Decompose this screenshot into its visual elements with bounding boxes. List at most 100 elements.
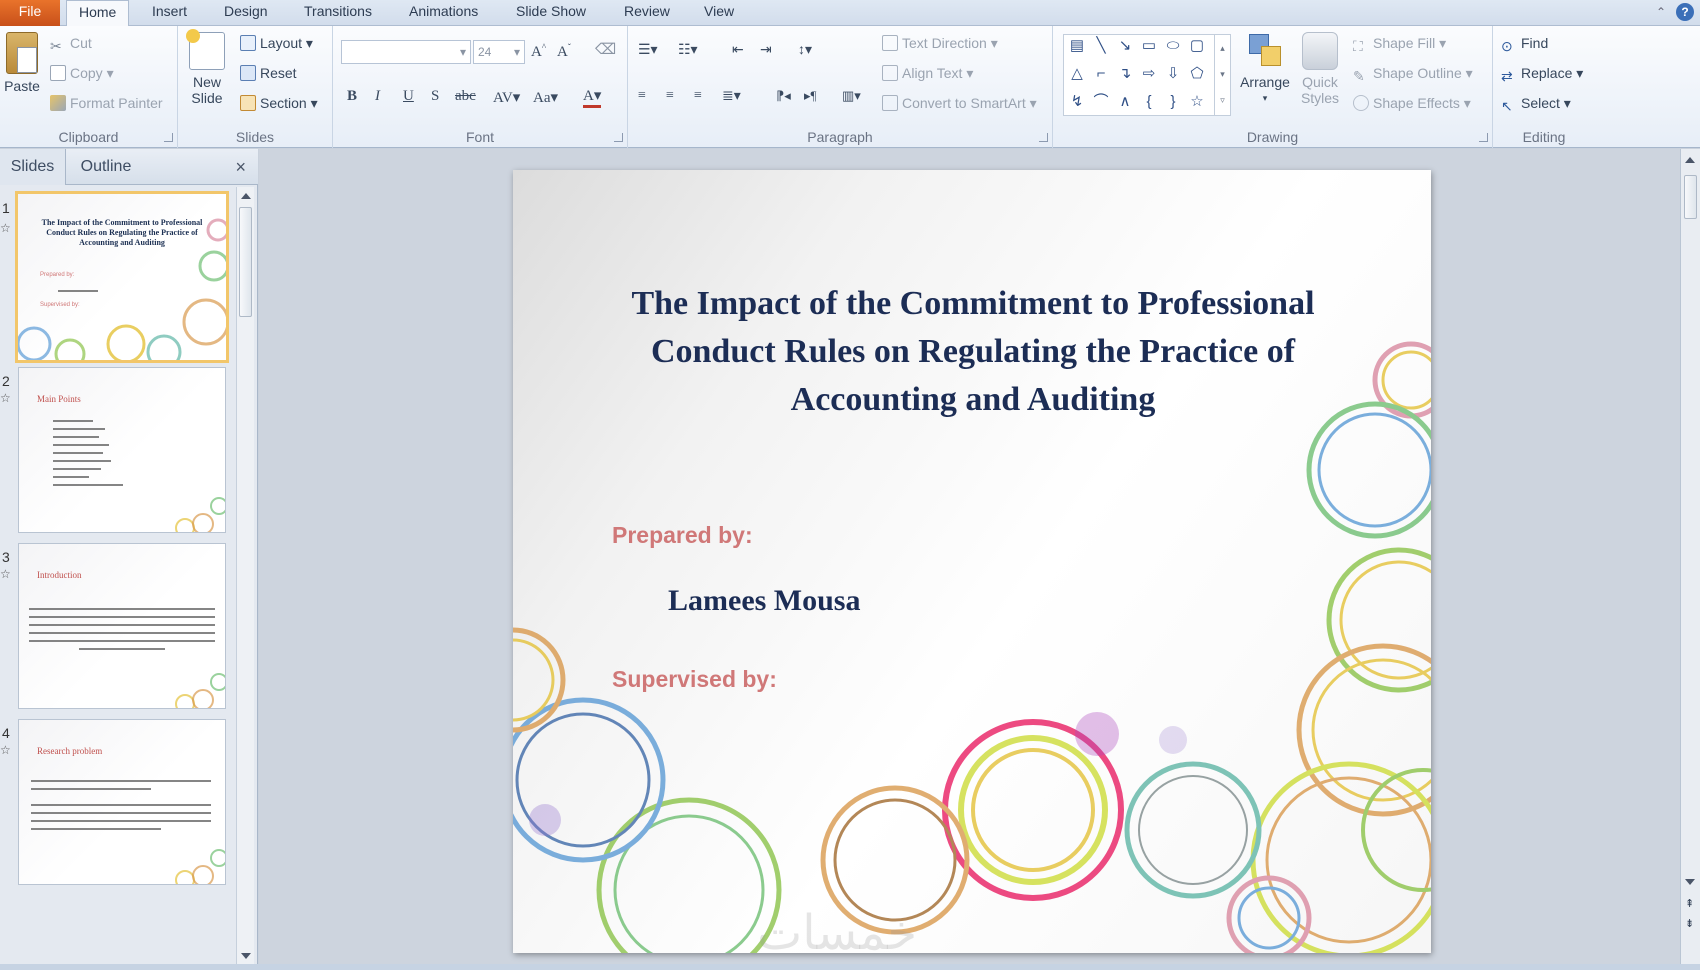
clipboard-launcher-icon[interactable] [164,133,173,142]
columns-icon[interactable]: ▥▾ [842,88,861,104]
tab-home[interactable]: Home [66,0,130,27]
minimize-ribbon-icon[interactable]: ⌃ [1652,3,1670,21]
font-size-combo[interactable]: 24 ▾ [473,40,525,64]
close-icon[interactable]: × [235,157,246,178]
freeform-shape-icon[interactable]: ∧ [1116,93,1134,111]
arrow-line-shape-icon[interactable]: ↘ [1116,37,1134,55]
shadow-button[interactable]: S [431,88,439,105]
elbow-connector-icon[interactable]: ⌐ [1092,65,1110,83]
pane-scroll-thumb[interactable] [239,207,252,317]
slide-title[interactable]: The Impact of the Commitment to Professi… [593,280,1353,424]
slide-thumbnail-4[interactable]: Research problem [18,719,226,885]
bold-button[interactable]: B [347,88,357,105]
shape-fill-button[interactable]: ⛶ Shape Fill ▾ [1353,32,1446,54]
align-center-icon[interactable]: ≡ [666,88,674,104]
shapes-gallery[interactable]: ▤ ╲ ↘ ▭ ⬭ ▢ △ ⌐ ↴ ⇨ ⇩ ⬠ ↯ ⌒ ∧ { } ☆ ▴ ▾ ▿ [1063,34,1231,116]
tab-file[interactable]: File [0,0,60,26]
scroll-up-icon[interactable] [1685,157,1695,163]
supervised-by-label[interactable]: Supervised by: [612,666,777,693]
previous-slide-icon[interactable]: ⇞ [1685,899,1694,910]
convert-smartart-button[interactable]: Convert to SmartArt ▾ [882,92,1037,114]
line-shape-icon[interactable]: ╲ [1092,37,1110,55]
textbox-shape-icon[interactable]: ▤ [1068,37,1086,55]
author-name[interactable]: Lamees Mousa [668,584,860,618]
tab-slides[interactable]: Slides [0,149,66,185]
arc-arrow-shape-icon[interactable]: ↯ [1068,93,1086,111]
select-button[interactable]: ↖ Select ▾ [1501,92,1571,114]
align-right-icon[interactable]: ≡ [694,88,702,104]
scroll-down-icon[interactable] [241,953,251,959]
reset-button[interactable]: Reset [240,62,297,84]
rounded-rect-shape-icon[interactable]: ▢ [1188,37,1206,55]
replace-button[interactable]: ⇄ Replace ▾ [1501,62,1583,84]
change-case-button[interactable]: Aa▾ [533,88,558,107]
rtl-icon[interactable]: ⁋◂ [776,88,791,104]
down-arrow-shape-icon[interactable]: ⇩ [1164,65,1182,83]
paragraph-launcher-icon[interactable] [1039,133,1048,142]
drawing-launcher-icon[interactable] [1479,133,1488,142]
numbering-icon[interactable]: ☷▾ [678,42,698,59]
curve-shape-icon[interactable]: ⌒ [1092,93,1110,111]
quick-styles-button[interactable]: Quick Styles [1295,32,1345,106]
copy-button[interactable]: Copy ▾ [50,62,114,84]
editor-scrollbar[interactable]: ⇞ ⇟ [1680,149,1700,970]
tab-insert[interactable]: Insert [140,0,199,26]
triangle-shape-icon[interactable]: △ [1068,65,1086,83]
paste-button[interactable]: Paste [2,32,42,94]
new-slide-button[interactable]: New Slide [184,29,230,106]
shape-effects-button[interactable]: Shape Effects ▾ [1353,92,1471,114]
char-spacing-button[interactable]: AV▾ [493,88,520,107]
underline-button[interactable]: U [403,88,414,105]
find-button[interactable]: ⊙ Find [1501,32,1548,54]
tab-animations[interactable]: Animations [397,0,490,26]
tab-transitions[interactable]: Transitions [292,0,384,26]
tab-review[interactable]: Review [612,0,682,26]
clear-formatting-icon[interactable]: ⌫ [595,40,616,59]
format-painter-button[interactable]: Format Painter [50,92,163,114]
font-family-combo[interactable]: ▾ [341,40,471,64]
grow-font-button[interactable]: A^ [531,42,546,61]
help-icon[interactable]: ? [1676,3,1694,21]
tab-slide-show[interactable]: Slide Show [504,0,598,26]
editor-scroll-thumb[interactable] [1684,175,1697,219]
prepared-by-label[interactable]: Prepared by: [612,522,753,549]
slide-thumbnail-2[interactable]: Main Points [18,367,226,533]
pane-scrollbar[interactable] [236,187,254,967]
scroll-up-icon[interactable] [241,193,251,199]
star-shape-icon[interactable]: ☆ [1188,93,1206,111]
shape-outline-button[interactable]: ✎ Shape Outline ▾ [1353,62,1473,84]
tab-outline[interactable]: Outline [66,149,146,185]
text-direction-button[interactable]: Text Direction ▾ [882,32,998,54]
flowchart-shape-icon[interactable]: ⬠ [1188,65,1206,83]
justify-icon[interactable]: ≣▾ [722,88,741,105]
decrease-indent-icon[interactable]: ⇤ [732,42,744,59]
font-launcher-icon[interactable] [614,133,623,142]
rectangle-shape-icon[interactable]: ▭ [1140,37,1158,55]
slide-thumbnail-1[interactable]: The Impact of the Commitment to Professi… [15,191,229,363]
italic-button[interactable]: I [375,88,380,105]
arrange-button[interactable]: Arrange ▾ [1237,32,1293,106]
layout-button[interactable]: Layout ▾ [240,32,313,54]
left-brace-shape-icon[interactable]: { [1140,93,1158,111]
slide-thumbnail-3[interactable]: Introduction [18,543,226,709]
ltr-icon[interactable]: ▸¶ [804,88,816,104]
bullets-icon[interactable]: ☰▾ [638,42,658,59]
line-spacing-icon[interactable]: ↕▾ [798,42,812,59]
align-text-button[interactable]: Align Text ▾ [882,62,973,84]
right-brace-shape-icon[interactable]: } [1164,93,1182,111]
current-slide[interactable]: The Impact of the Commitment to Professi… [513,170,1431,953]
cut-button[interactable]: ✂ Cut [50,32,92,54]
strikethrough-button[interactable]: abc [455,88,476,105]
scroll-down-icon[interactable] [1685,879,1695,885]
next-slide-icon[interactable]: ⇟ [1685,919,1694,930]
font-color-button[interactable]: A▾ [583,86,602,108]
elbow-arrow-connector-icon[interactable]: ↴ [1116,65,1134,83]
right-arrow-shape-icon[interactable]: ⇨ [1140,65,1158,83]
shrink-font-button[interactable]: Aˇ [557,42,571,61]
section-button[interactable]: Section ▾ [240,92,318,114]
gallery-scroll[interactable]: ▴ ▾ ▿ [1214,35,1230,115]
tab-design[interactable]: Design [212,0,280,26]
align-left-icon[interactable]: ≡ [638,88,646,104]
tab-view[interactable]: View [692,0,746,26]
increase-indent-icon[interactable]: ⇥ [760,42,772,59]
